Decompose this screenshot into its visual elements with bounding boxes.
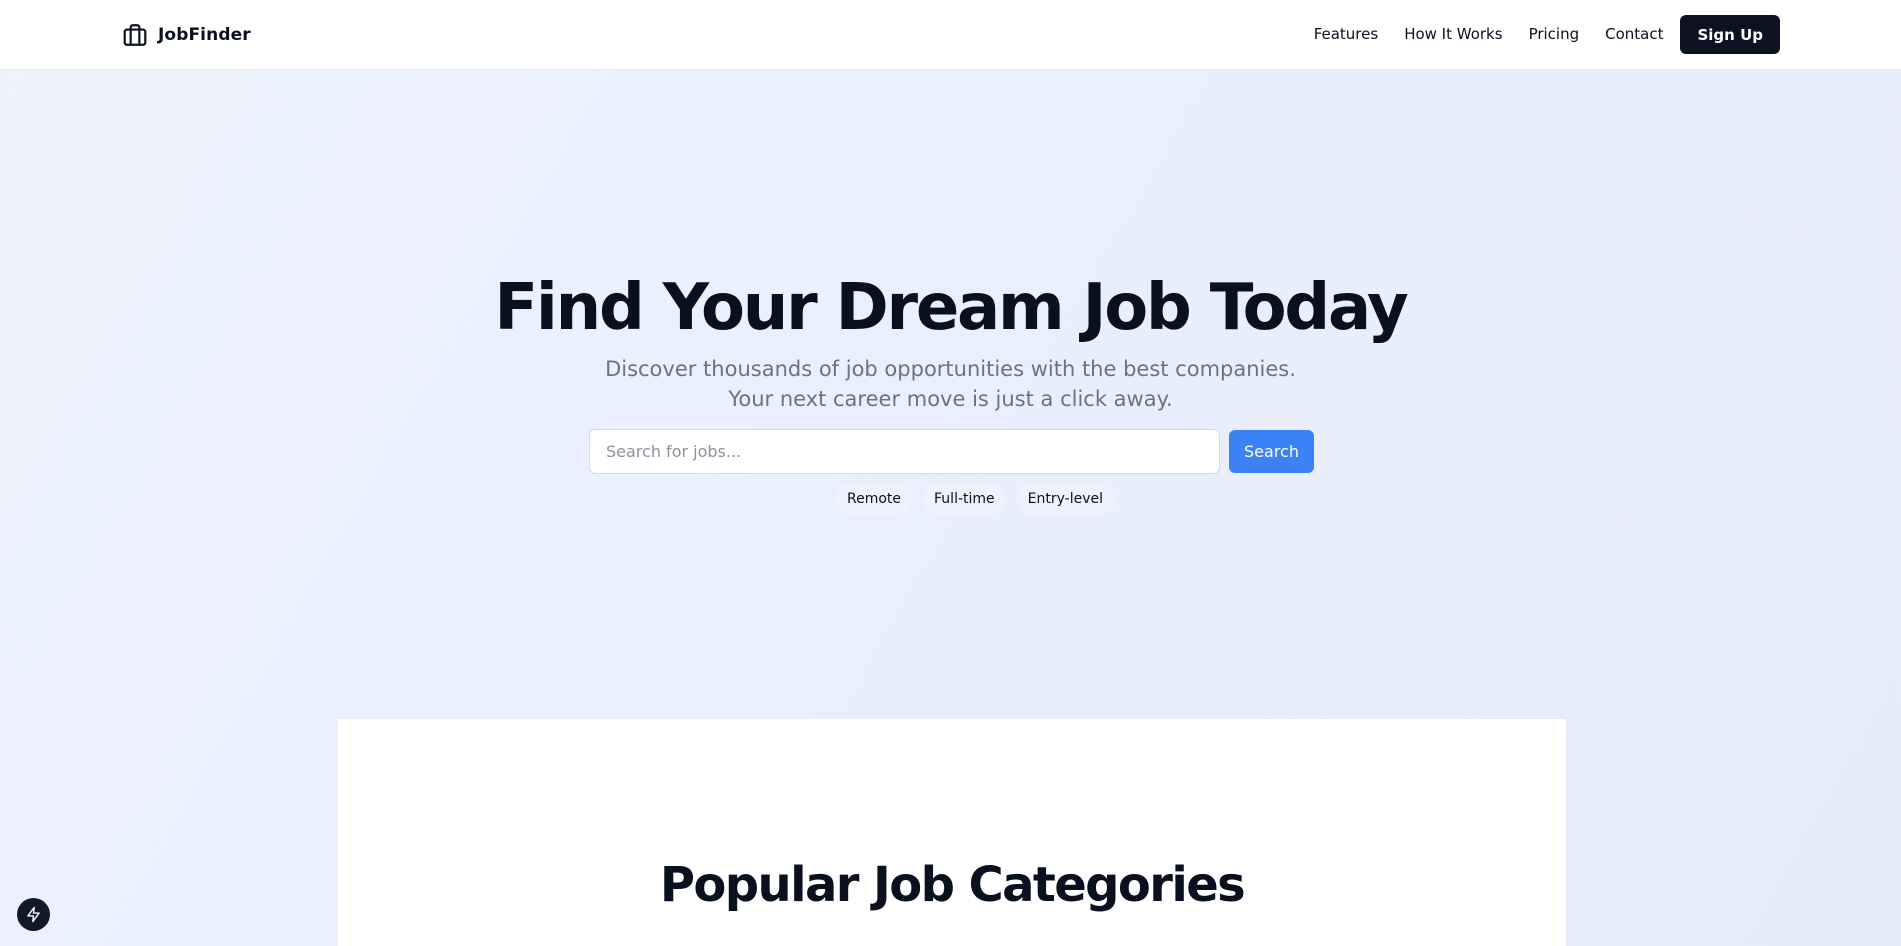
nav-link-pricing[interactable]: Pricing [1529, 15, 1580, 54]
quick-filter-tags: Remote Full-time Entry-level [0, 484, 1901, 514]
site-header: JobFinder Features How It Works Pricing … [0, 0, 1901, 70]
nav-link-how-it-works[interactable]: How It Works [1404, 15, 1502, 54]
sign-up-button[interactable]: Sign Up [1680, 15, 1780, 54]
categories-title: Popular Job Categories [659, 857, 1246, 913]
job-search-input[interactable] [589, 429, 1220, 474]
lightning-fab-button[interactable] [17, 898, 50, 931]
nav-link-features[interactable]: Features [1314, 15, 1379, 54]
hero-title: Find Your Dream Job Today [494, 271, 1408, 345]
lightning-icon [27, 906, 40, 923]
hero-subtitle: Discover thousands of job opportunities … [605, 357, 1296, 411]
tag-remote[interactable]: Remote [834, 484, 914, 514]
nav-link-contact[interactable]: Contact [1605, 15, 1663, 54]
briefcase-icon [123, 24, 147, 46]
categories-section: Popular Job Categories [338, 719, 1566, 946]
search-button[interactable]: Search [1229, 430, 1314, 473]
main-nav: Features How It Works Pricing Contact Si… [1314, 15, 1780, 54]
tag-full-time[interactable]: Full-time [922, 484, 1007, 514]
tag-entry-level[interactable]: Entry-level [1015, 484, 1115, 514]
brand-logo-link[interactable]: JobFinder [122, 22, 251, 48]
brand-name: JobFinder [158, 25, 251, 45]
